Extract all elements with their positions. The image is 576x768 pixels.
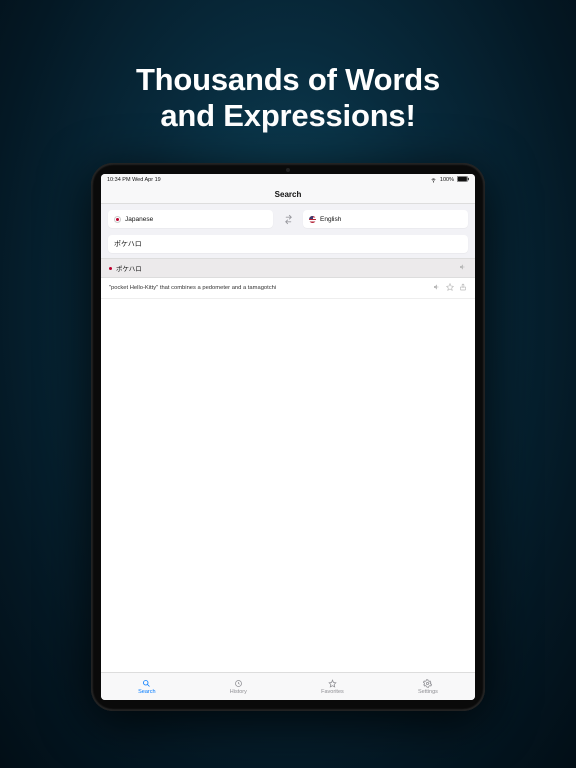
source-language-button[interactable]: Japanese [108,210,273,228]
headline-line-1: Thousands of Words [136,62,440,98]
battery-icon [457,176,469,184]
result-definition: "pocket Hello-Kitty" that combines a ped… [109,285,276,291]
share-icon[interactable] [459,283,467,293]
lang-dot-icon [109,267,112,270]
tab-search[interactable]: Search [138,679,155,695]
favorite-star-icon[interactable] [446,283,454,293]
flag-japan-icon [114,216,121,223]
tab-history-label: History [230,689,247,695]
result-headword: ポケハロ [116,263,142,273]
status-right: 100% [430,176,469,185]
page-title: Search [101,186,475,204]
battery-text: 100% [440,177,454,183]
wifi-icon [430,176,437,185]
tablet-frame: 10:34 PM Wed Apr 19 100% Search Japanese [91,163,485,711]
speaker-icon[interactable] [459,263,467,273]
tab-favorites-label: Favorites [321,689,344,695]
headline-line-2: and Expressions! [136,98,440,134]
swap-icon [283,214,294,225]
promo-headline: Thousands of Words and Expressions! [136,62,440,133]
language-selector-row: Japanese English [101,204,475,234]
gear-icon [423,679,432,688]
search-input-value: ポケハロ [114,239,142,249]
tab-search-label: Search [138,689,155,695]
target-language-button[interactable]: English [303,210,468,228]
tab-settings[interactable]: Settings [418,679,438,695]
result-actions [433,283,467,293]
swap-languages-button[interactable] [279,210,297,228]
search-input[interactable]: ポケハロ [108,235,468,253]
tab-favorites[interactable]: Favorites [321,679,344,695]
status-bar: 10:34 PM Wed Apr 19 100% [101,174,475,186]
pronounce-icon[interactable] [433,283,441,293]
tab-settings-label: Settings [418,689,438,695]
flag-english-icon [309,216,316,223]
content-area [101,299,475,672]
status-time: 10:34 PM Wed Apr 19 [107,177,161,183]
source-language-label: Japanese [125,216,153,223]
star-icon [328,679,337,688]
tab-bar: Search History Favorites Settings [101,672,475,700]
history-icon [234,679,243,688]
result-row[interactable]: "pocket Hello-Kitty" that combines a ped… [101,278,475,299]
camera-notch [286,168,290,172]
result-header[interactable]: ポケハロ [101,258,475,278]
app-screen: 10:34 PM Wed Apr 19 100% Search Japanese [101,174,475,700]
tab-history[interactable]: History [230,679,247,695]
search-icon [142,679,151,688]
promo-background: Thousands of Words and Expressions! 10:3… [0,0,576,768]
target-language-label: English [320,216,341,223]
